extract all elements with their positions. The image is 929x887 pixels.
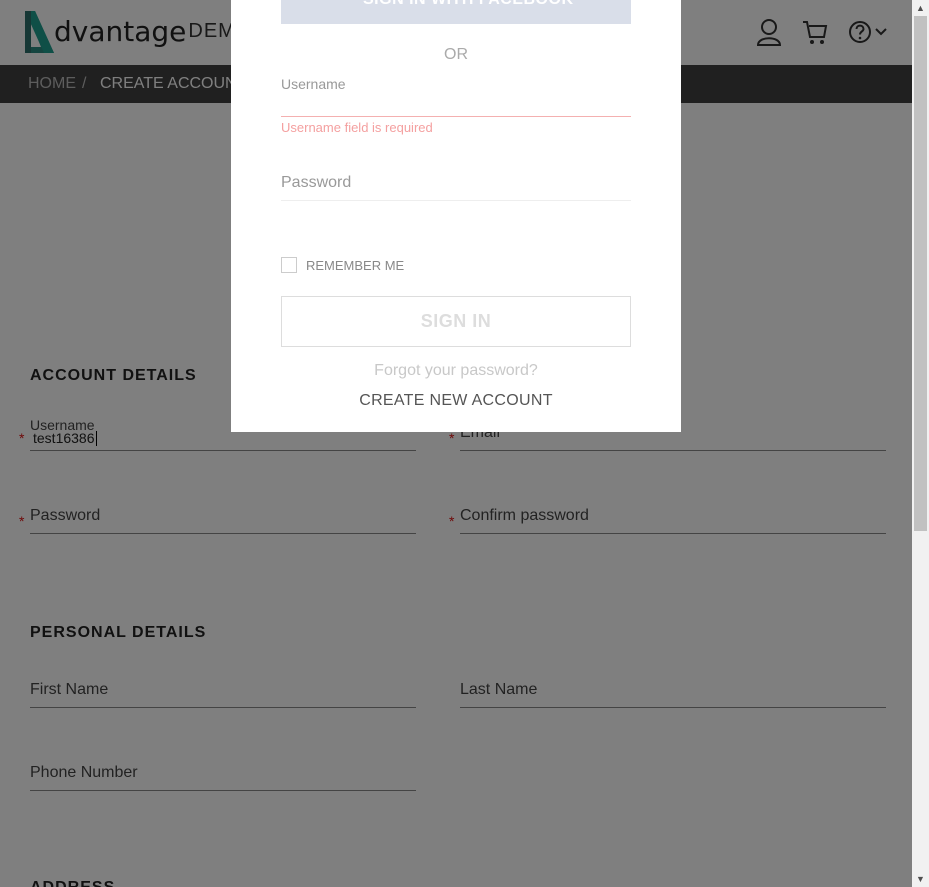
facebook-signin-label: SIGN IN WITH FACEBOOK bbox=[363, 0, 574, 9]
scrollbar-thumb[interactable] bbox=[914, 16, 927, 531]
scrollbar[interactable]: ▲ ▼ bbox=[912, 0, 929, 887]
remember-me[interactable]: REMEMBER ME bbox=[281, 257, 404, 273]
create-new-account-link[interactable]: CREATE NEW ACCOUNT bbox=[231, 392, 681, 410]
or-divider: OR bbox=[444, 46, 468, 63]
modal-username-field[interactable]: Username bbox=[281, 70, 631, 120]
forgot-password-link[interactable]: Forgot your password? bbox=[231, 362, 681, 380]
modal-username-label: Username bbox=[281, 76, 346, 92]
modal-password-field[interactable]: Password bbox=[281, 165, 631, 203]
modal-password-label: Password bbox=[281, 174, 352, 191]
signin-button[interactable]: SIGN IN bbox=[281, 296, 631, 347]
scroll-up-arrow-icon[interactable]: ▲ bbox=[912, 0, 929, 16]
facebook-signin-button[interactable]: SIGN IN WITH FACEBOOK bbox=[281, 0, 631, 24]
login-modal: SIGN IN WITH FACEBOOK OR Username Userna… bbox=[231, 0, 681, 432]
remember-me-label: REMEMBER ME bbox=[306, 257, 405, 273]
username-error-message: Username field is required bbox=[281, 120, 433, 135]
modal-password-underline bbox=[281, 200, 631, 201]
remember-me-checkbox[interactable] bbox=[281, 257, 297, 273]
scroll-down-arrow-icon[interactable]: ▼ bbox=[912, 871, 929, 887]
modal-username-underline bbox=[281, 116, 631, 117]
